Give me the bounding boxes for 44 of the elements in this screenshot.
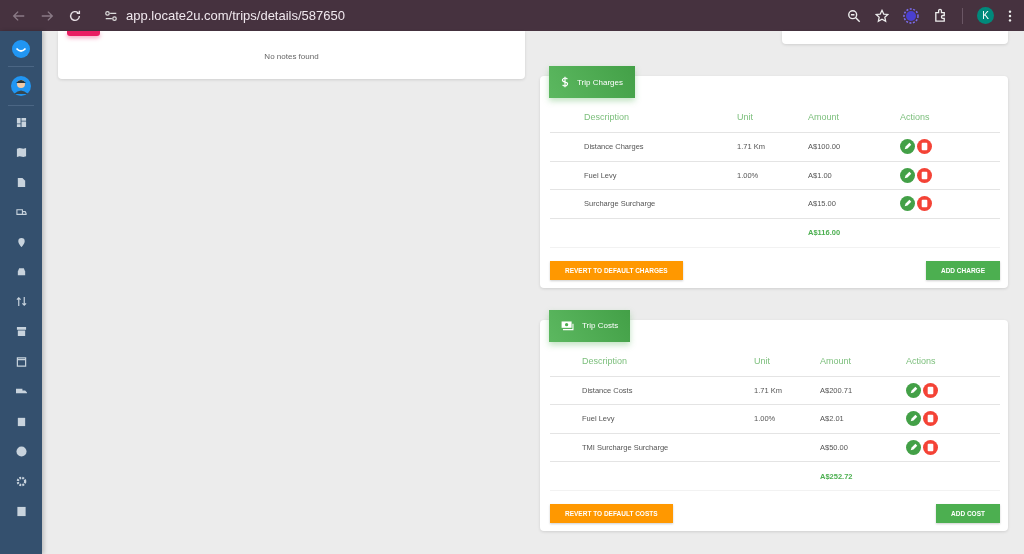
edit-icon[interactable] [906, 439, 921, 455]
edit-icon[interactable] [906, 411, 921, 427]
dashboard-icon[interactable] [15, 117, 27, 128]
column-header: Unit [754, 355, 771, 366]
address-bar[interactable]: app.locate2u.com/trips/details/587650 [126, 8, 833, 23]
forward-icon[interactable] [40, 8, 54, 23]
delete-icon[interactable] [917, 196, 932, 212]
location-icon[interactable] [15, 236, 27, 248]
archive-icon[interactable] [15, 326, 27, 338]
logo-icon[interactable] [11, 39, 31, 59]
delete-icon[interactable] [923, 382, 938, 398]
edit-icon[interactable] [900, 196, 915, 212]
column-header: Amount [820, 355, 853, 366]
card-title: Trip Charges [577, 77, 623, 87]
menu-icon[interactable] [1008, 8, 1012, 23]
zoom-icon[interactable] [847, 8, 861, 23]
profile-avatar[interactable]: K [977, 7, 994, 24]
delete-icon[interactable] [923, 439, 938, 455]
edit-icon[interactable] [900, 139, 915, 155]
column-header: Actions [900, 112, 931, 122]
back-icon[interactable] [12, 8, 26, 23]
puzzle-icon[interactable] [933, 8, 948, 23]
banknote-icon [561, 320, 574, 331]
card-title: Trip Costs [582, 321, 619, 330]
column-header: Description [584, 112, 631, 122]
delete-icon[interactable] [917, 167, 932, 183]
delete-icon[interactable] [917, 139, 932, 155]
empty-notes-text: No notes found [263, 52, 320, 61]
column-header: Actions [906, 355, 937, 366]
edit-icon[interactable] [906, 382, 921, 398]
reload-icon[interactable] [68, 8, 82, 23]
edit-icon[interactable] [900, 167, 915, 183]
extension-icon[interactable] [903, 7, 919, 24]
column-header: Description [582, 355, 629, 366]
document-icon[interactable] [15, 176, 27, 188]
star-icon[interactable] [875, 8, 889, 23]
column-header: Amount [808, 112, 841, 122]
user-avatar[interactable] [11, 76, 31, 96]
calendar-icon[interactable] [15, 356, 27, 368]
route-icon[interactable] [15, 296, 27, 308]
map-icon[interactable] [15, 146, 27, 158]
site-settings-icon[interactable] [104, 8, 118, 23]
delete-icon[interactable] [923, 411, 938, 427]
column-header: Unit [737, 112, 754, 122]
